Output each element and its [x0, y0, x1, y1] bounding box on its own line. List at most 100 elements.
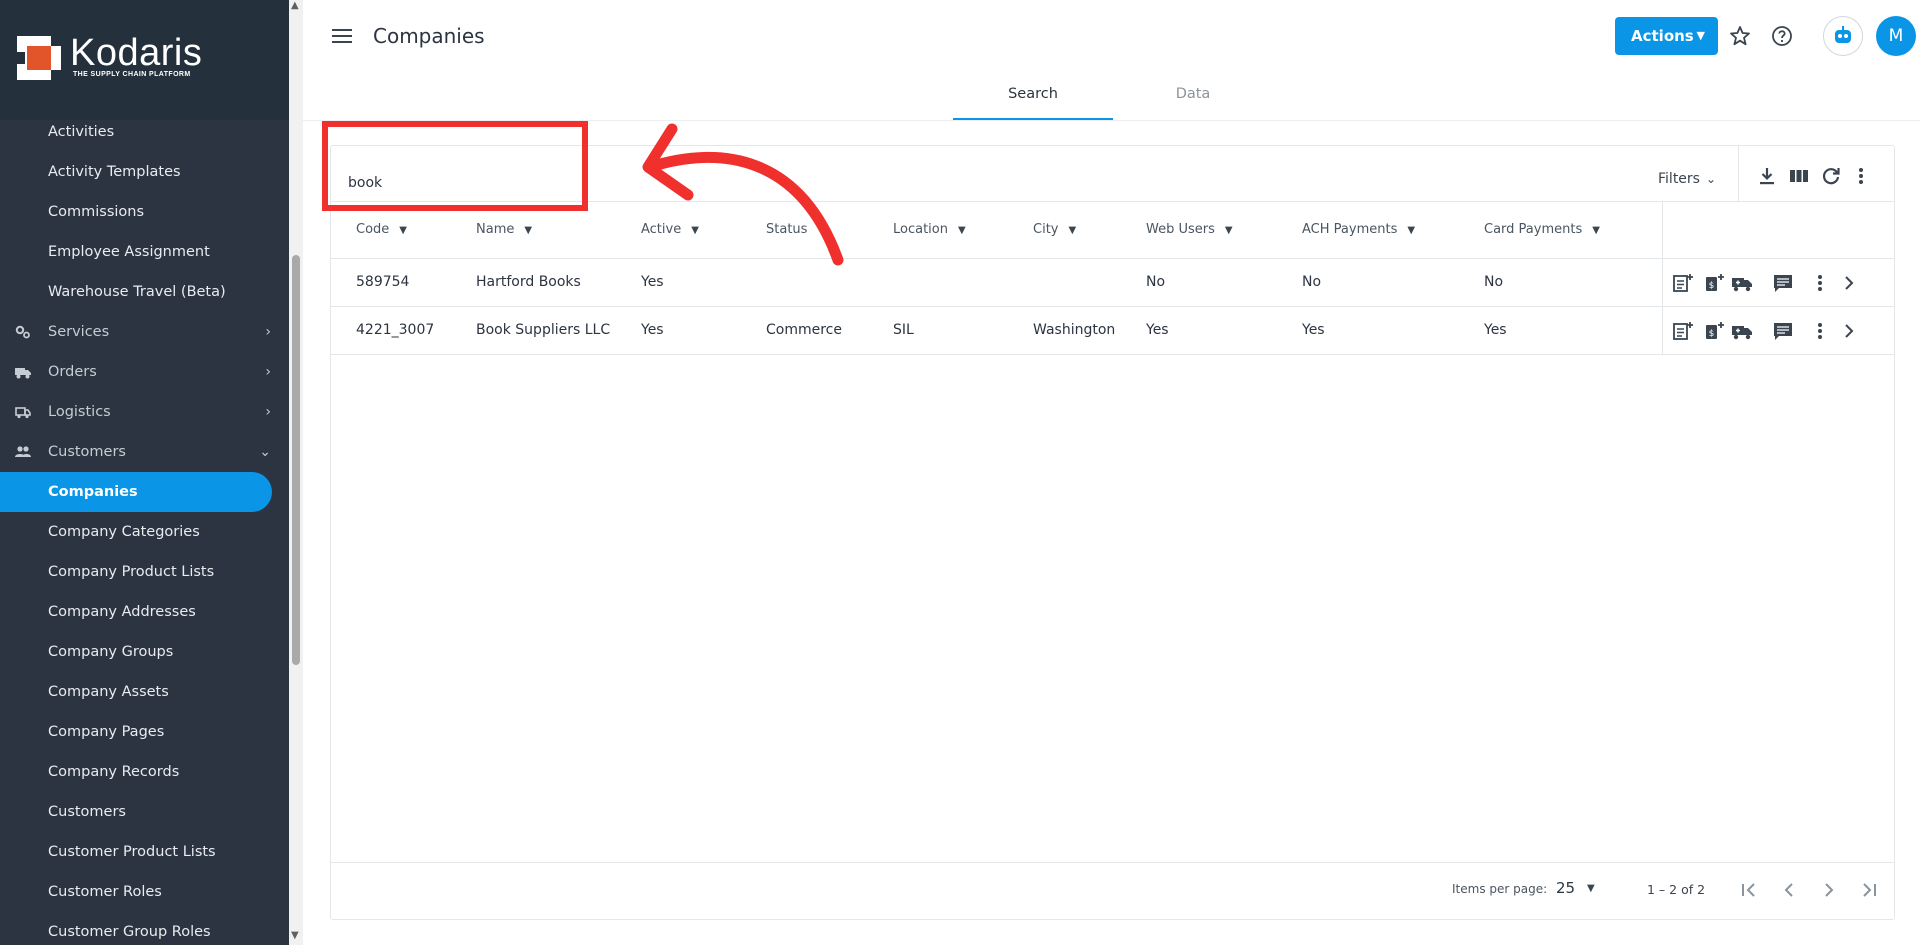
- sidebar-item-customer-roles[interactable]: Customer Roles: [0, 872, 289, 912]
- sidebar-item-orders[interactable]: Orders ›: [0, 352, 289, 392]
- sidebar-item-company-product-lists[interactable]: Company Product Lists: [0, 552, 289, 592]
- assistant-button[interactable]: [1823, 16, 1863, 56]
- cell-code: 589754: [356, 274, 410, 290]
- caret-down-icon[interactable]: ▼: [1587, 883, 1595, 894]
- next-page-icon[interactable]: [1819, 880, 1839, 900]
- sidebar-item-customers[interactable]: Customers: [0, 792, 289, 832]
- first-page-icon[interactable]: [1739, 880, 1759, 900]
- caret-down-icon: ▼: [1696, 29, 1705, 42]
- actions-column-divider: [1662, 202, 1663, 258]
- columns-icon[interactable]: [1788, 165, 1810, 187]
- annotation-arrow-icon: [642, 123, 844, 266]
- tab-data[interactable]: Data: [1113, 72, 1273, 120]
- sort-down-icon: ▼: [1224, 225, 1233, 236]
- cell-name: Hartford Books: [476, 274, 581, 290]
- search-highlight-box: [322, 121, 588, 211]
- sidebar-item-company-pages[interactable]: Company Pages: [0, 712, 289, 752]
- sort-down-icon: ▼: [957, 225, 966, 236]
- page-title: Companies: [373, 24, 485, 48]
- more-vertical-icon[interactable]: [1809, 272, 1831, 294]
- sidebar-item-activities[interactable]: Activities: [0, 112, 289, 152]
- add-note-icon[interactable]: [1672, 320, 1694, 342]
- sidebar-item-company-groups[interactable]: Company Groups: [0, 632, 289, 672]
- comment-icon[interactable]: [1772, 320, 1794, 342]
- scroll-down-icon[interactable]: ▼: [291, 930, 299, 941]
- sidebar-item-company-records[interactable]: Company Records: [0, 752, 289, 792]
- download-icon[interactable]: [1756, 165, 1778, 187]
- sidebar-item-services[interactable]: Services ›: [0, 312, 289, 352]
- column-header-location[interactable]: Location ▼: [893, 202, 966, 259]
- sidebar-scrollbar[interactable]: ▲ ▼: [289, 0, 303, 945]
- sidebar-item-customer-group-roles[interactable]: Customer Group Roles: [0, 912, 289, 945]
- svg-text:$: $: [1709, 281, 1715, 291]
- delivery-truck-icon[interactable]: [1731, 272, 1753, 294]
- brand-tagline: THE SUPPLY CHAIN PLATFORM: [73, 71, 191, 78]
- chevron-right-icon: ›: [265, 404, 271, 420]
- sidebar-item-company-assets[interactable]: Company Assets: [0, 672, 289, 712]
- cell-ach-payments: Yes: [1302, 322, 1325, 338]
- tab-bar: Search Data: [953, 72, 1283, 120]
- sidebar-item-warehouse-travel[interactable]: Warehouse Travel (Beta): [0, 272, 289, 312]
- filters-button[interactable]: Filters ⌄: [1658, 164, 1716, 194]
- chevron-right-icon[interactable]: [1838, 272, 1860, 294]
- column-header-web-users[interactable]: Web Users ▼: [1146, 202, 1233, 259]
- cell-code: 4221_3007: [356, 322, 435, 338]
- refresh-icon[interactable]: [1820, 165, 1842, 187]
- pagination-range: 1 – 2 of 2: [1647, 882, 1706, 897]
- cell-ach-payments: No: [1302, 274, 1322, 290]
- more-vertical-icon[interactable]: [1809, 320, 1831, 342]
- chevron-right-icon[interactable]: [1838, 320, 1860, 342]
- sidebar: Kodaris THE SUPPLY CHAIN PLATFORM Activi…: [0, 0, 289, 945]
- sort-down-icon: ▼: [399, 225, 407, 236]
- add-payment-icon[interactable]: $: [1703, 272, 1725, 294]
- actions-button[interactable]: Actions ▼: [1615, 17, 1718, 55]
- chevron-right-icon: ›: [265, 324, 271, 340]
- kodaris-logo-icon[interactable]: [17, 36, 61, 80]
- last-page-icon[interactable]: [1859, 880, 1879, 900]
- table-footer: Items per page: 25 ▼ 1 – 2 of 2: [331, 862, 1894, 919]
- sidebar-item-commissions[interactable]: Commissions: [0, 192, 289, 232]
- svg-text:$: $: [1709, 329, 1715, 339]
- help-icon[interactable]: [1770, 24, 1794, 48]
- sidebar-item-customers-group[interactable]: Customers ⌄: [0, 432, 289, 472]
- toolbar-divider: [1738, 146, 1739, 201]
- actions-column-divider: [1662, 307, 1663, 354]
- actions-column-divider: [1662, 259, 1663, 306]
- table-row[interactable]: 4221_3007 Book Suppliers LLC Yes Commerc…: [331, 307, 1894, 355]
- items-per-page-label: Items per page:: [1452, 882, 1548, 896]
- sidebar-item-logistics[interactable]: Logistics ›: [0, 392, 289, 432]
- column-header-ach-payments[interactable]: ACH Payments ▼: [1302, 202, 1415, 259]
- add-payment-icon[interactable]: $: [1703, 320, 1725, 342]
- star-icon[interactable]: [1728, 24, 1752, 48]
- previous-page-icon[interactable]: [1779, 880, 1799, 900]
- sidebar-item-customer-product-lists[interactable]: Customer Product Lists: [0, 832, 289, 872]
- sidebar-item-company-categories[interactable]: Company Categories: [0, 512, 289, 552]
- cell-web-users: Yes: [1146, 322, 1169, 338]
- sidebar-item-companies[interactable]: Companies: [0, 472, 272, 512]
- scroll-up-icon[interactable]: ▲: [291, 0, 299, 11]
- table-row[interactable]: 589754 Hartford Books Yes No No No $: [331, 259, 1894, 307]
- add-note-icon[interactable]: [1672, 272, 1694, 294]
- sidebar-item-employee-assignment[interactable]: Employee Assignment: [0, 232, 289, 272]
- gears-icon: [15, 325, 30, 339]
- scrollbar-thumb[interactable]: [292, 255, 300, 665]
- more-vertical-icon[interactable]: [1850, 165, 1872, 187]
- people-icon: [15, 446, 31, 457]
- tab-search[interactable]: Search: [953, 72, 1113, 120]
- sidebar-item-company-addresses[interactable]: Company Addresses: [0, 592, 289, 632]
- user-avatar[interactable]: M: [1876, 16, 1916, 56]
- cell-card-payments: Yes: [1484, 322, 1507, 338]
- sidebar-item-activity-templates[interactable]: Activity Templates: [0, 152, 289, 192]
- comment-icon[interactable]: [1772, 272, 1794, 294]
- column-header-card-payments[interactable]: Card Payments ▼: [1484, 202, 1600, 259]
- logo-area: Kodaris THE SUPPLY CHAIN PLATFORM: [0, 0, 289, 120]
- companies-table-card: Filters⌄ Code▼ Name▼ Active▼ Status Loca…: [330, 145, 1895, 920]
- delivery-truck-icon[interactable]: [1731, 320, 1753, 342]
- sort-down-icon: ▼: [524, 225, 533, 236]
- items-per-page-select[interactable]: 25: [1556, 879, 1575, 897]
- sort-down-icon: ▼: [1407, 225, 1416, 236]
- sidebar-nav: Activities Activity Templates Commission…: [0, 112, 289, 945]
- hamburger-menu-icon[interactable]: [332, 28, 352, 44]
- cell-name: Book Suppliers LLC: [476, 322, 611, 338]
- column-header-city[interactable]: City ▼: [1033, 202, 1076, 259]
